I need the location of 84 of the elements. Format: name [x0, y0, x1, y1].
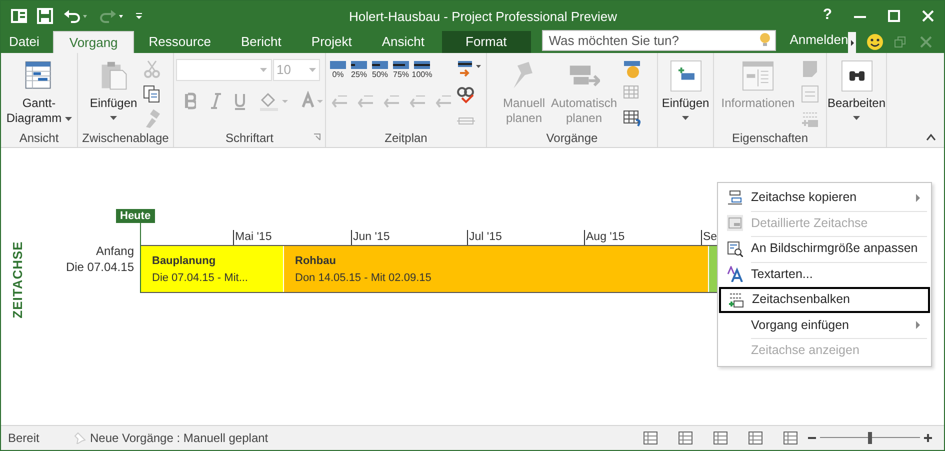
- context-menu-item[interactable]: An Bildschirmgröße anpassen: [718, 236, 931, 262]
- ribbon-tab[interactable]: Projekt: [296, 31, 367, 53]
- percent-complete-button[interactable]: 0%: [330, 61, 346, 81]
- restore-ribbon-icon[interactable]: [894, 36, 906, 48]
- group-label: Zwischenablage: [82, 130, 169, 147]
- sign-in-link[interactable]: Anmelden: [790, 30, 848, 49]
- search-field[interactable]: Was möchten Sie tun?: [542, 30, 776, 51]
- context-menu-item[interactable]: Vorgang einfügen: [718, 312, 931, 338]
- group-label: Schriftart: [225, 130, 274, 147]
- month-label: Mai '15: [235, 230, 272, 245]
- zoom-slider[interactable]: [820, 432, 920, 444]
- maximize-icon[interactable]: [888, 10, 900, 22]
- paint-bucket-icon[interactable]: [258, 91, 290, 111]
- menu-item-icon: [728, 292, 744, 308]
- month-label: Jun '15: [353, 230, 390, 245]
- project-logo-icon[interactable]: [11, 8, 27, 24]
- menu-item-label: An Bildschirmgröße anpassen: [751, 240, 919, 258]
- start-date-label: Die 07.04.15: [66, 259, 134, 275]
- caret-icon: [308, 68, 316, 72]
- task-name: Bauplanung: [152, 254, 217, 269]
- ribbon-button[interactable]: Einfügen: [660, 57, 710, 129]
- lightbulb-icon: [760, 32, 770, 48]
- month-label: Se: [703, 230, 718, 245]
- group-label: Zeitplan: [384, 130, 428, 147]
- ribbon-button[interactable]: Bearbeiten: [826, 57, 887, 129]
- customize-toolbar-icon[interactable]: [135, 10, 143, 20]
- month-label: Aug '15: [586, 230, 625, 245]
- start-date-label: Anfang: [94, 243, 134, 259]
- menu-item-label: Textarten...: [751, 266, 814, 283]
- window-title: Holert-Hausbau - Project Professional Preview: [349, 8, 618, 26]
- caret-icon: [260, 68, 266, 72]
- redo-icon[interactable]: [99, 8, 125, 24]
- context-menu-item[interactable]: Zeitachse kopieren: [718, 185, 931, 210]
- status-text: Bereit: [8, 430, 40, 447]
- submenu-arrow-icon: [915, 194, 921, 202]
- save-icon[interactable]: [37, 8, 53, 24]
- ribbon-button[interactable]: Gantt- Diagramm: [5, 57, 73, 129]
- group-label: Vorgänge: [546, 130, 598, 147]
- menu-item-label: Zeitachse kopieren: [751, 189, 858, 206]
- pushpin-icon[interactable]: [74, 432, 86, 444]
- percent-complete-button[interactable]: 75%: [393, 61, 409, 81]
- ribbon-button-icon: [840, 60, 872, 92]
- ribbon-tab[interactable]: Datei: [1, 31, 48, 53]
- copy-icon[interactable]: [142, 84, 162, 104]
- ribbon-tab[interactable]: Format: [442, 31, 531, 53]
- task-name: Rohbau: [295, 254, 337, 269]
- context-menu-item[interactable]: Textarten...: [718, 262, 931, 287]
- month-label: Jul '15: [469, 230, 502, 245]
- context-menu-item[interactable]: Zeitachsenbalken: [719, 287, 930, 312]
- undo-icon[interactable]: [63, 8, 89, 24]
- task-dates: Die 07.04.15 - Mit...: [152, 270, 249, 286]
- ribbon-tab[interactable]: Ansicht: [366, 31, 440, 53]
- group-label: Eigenschaften: [732, 130, 808, 147]
- zoom-out-icon[interactable]: [808, 434, 816, 442]
- menu-item-icon: [726, 266, 742, 282]
- ribbon-tab[interactable]: Bericht: [226, 31, 296, 53]
- ribbon-tab[interactable]: Ressource: [134, 31, 226, 53]
- timeline-label: ZEITACHSE: [8, 241, 26, 318]
- ribbon-button-icon: [742, 60, 774, 92]
- menu-item-icon: [726, 190, 742, 206]
- today-marker: Heute: [116, 209, 155, 223]
- menu-item-label: Detaillierte Zeitachse: [751, 214, 869, 232]
- menu-item-label: Vorgang einfügen: [751, 316, 850, 334]
- menu-item-icon: [726, 215, 742, 232]
- new-tasks-mode[interactable]: Neue Vorgänge : Manuell geplant: [90, 429, 268, 447]
- zoom-in-icon[interactable]: [924, 434, 932, 442]
- percent-complete-button[interactable]: 25%: [351, 61, 367, 81]
- help-button[interactable]: ?: [822, 4, 832, 27]
- percent-complete-button[interactable]: 100%: [414, 61, 430, 81]
- collapse-ribbon-icon[interactable]: [926, 133, 936, 141]
- ribbon-tab[interactable]: Vorgang: [53, 31, 134, 53]
- group-label: Ansicht: [19, 130, 59, 147]
- dialog-launcher-icon[interactable]: [313, 133, 321, 141]
- task-dates: Don 14.05.15 - Mit 02.09.15: [295, 270, 432, 286]
- submenu-arrow-icon: [915, 321, 921, 330]
- menu-item-icon: [726, 240, 742, 257]
- menu-item-label: Zeitachse anzeigen: [751, 342, 860, 360]
- smiley-icon[interactable]: [866, 33, 884, 51]
- zoom-slider-thumb[interactable]: [868, 432, 872, 444]
- menu-item-label: Zeitachsenbalken: [752, 291, 851, 308]
- percent-complete-button[interactable]: 50%: [372, 61, 388, 81]
- ribbon-button-icon: [670, 60, 702, 92]
- ribbon-button[interactable]: Einfügen: [88, 57, 138, 129]
- scroll-to-task-icon[interactable]: [456, 59, 482, 79]
